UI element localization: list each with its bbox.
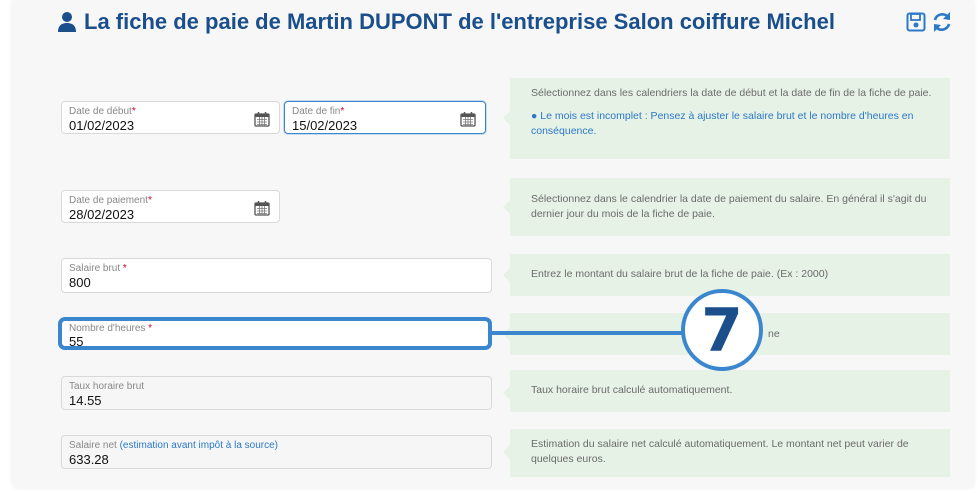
page-title: La fiche de paie de Martin DUPONT de l'e… <box>84 9 835 34</box>
date-fin-label: Date de fin* <box>292 106 345 117</box>
date-fin-value: 15/02/2023 <box>292 118 358 133</box>
hint-dates-text: Sélectionnez dans les calendriers la dat… <box>531 87 932 99</box>
salaire-brut-label: Salaire brut * <box>69 263 127 274</box>
form-panel <box>12 0 974 488</box>
annotation-connector <box>492 331 687 335</box>
date-paiement-value: 28/02/2023 <box>69 207 135 222</box>
calendar-icon[interactable] <box>254 200 270 216</box>
salaire-brut-field[interactable]: Salaire brut * 800 <box>61 258 492 293</box>
hint-salaire-brut-text: Entrez le montant du salaire brut de la … <box>531 268 829 280</box>
salaire-net-label: Salaire net (estimation avant impôt à la… <box>69 440 278 451</box>
step-badge: 7 <box>681 289 763 371</box>
calendar-icon[interactable] <box>460 111 476 127</box>
hint-nombre-heures-text: ne <box>768 328 780 340</box>
nombre-heures-label: Nombre d'heures * <box>69 323 153 334</box>
date-debut-value: 01/02/2023 <box>69 118 135 133</box>
hint-taux-horaire-text: Taux horaire brut calculé automatiquemen… <box>531 384 733 396</box>
date-paiement-label: Date de paiement* <box>69 195 152 206</box>
salaire-net-field: Salaire net (estimation avant impôt à la… <box>61 435 492 469</box>
hint-paiement: Sélectionnez dans le calendrier la date … <box>510 178 950 236</box>
hint-dates: Sélectionnez dans les calendriers la dat… <box>510 78 950 159</box>
nombre-heures-value: 55 <box>69 334 84 349</box>
taux-horaire-field: Taux horaire brut 14.55 <box>61 376 492 410</box>
hint-taux-horaire: Taux horaire brut calculé automatiquemen… <box>510 370 950 412</box>
salaire-brut-value: 800 <box>69 275 91 290</box>
refresh-icon[interactable] <box>931 11 953 33</box>
salaire-net-value: 633.28 <box>69 452 109 467</box>
estimation-link[interactable]: (estimation avant impôt à la source) <box>120 440 278 451</box>
date-debut-field[interactable]: Date de début* 01/02/2023 <box>61 101 280 134</box>
taux-horaire-label: Taux horaire brut <box>69 381 145 392</box>
date-debut-label: Date de début* <box>69 106 136 117</box>
hint-dates-note: ● Le mois est incomplet : Pensez à ajust… <box>531 110 914 137</box>
hint-salaire-net-text: Estimation du salaire net calculé automa… <box>531 438 909 465</box>
taux-horaire-value: 14.55 <box>69 393 102 408</box>
calendar-icon[interactable] <box>254 111 270 127</box>
hint-salaire-net: Estimation du salaire net calculé automa… <box>510 429 950 477</box>
nombre-heures-field[interactable]: Nombre d'heures * 55 <box>61 318 492 349</box>
info-icon: ● <box>531 110 541 122</box>
user-icon <box>58 12 76 32</box>
date-paiement-field[interactable]: Date de paiement* 28/02/2023 <box>61 190 280 223</box>
hint-paiement-text: Sélectionnez dans le calendrier la date … <box>531 193 927 220</box>
save-icon[interactable] <box>906 12 926 32</box>
date-fin-field[interactable]: Date de fin* 15/02/2023 <box>284 101 486 134</box>
